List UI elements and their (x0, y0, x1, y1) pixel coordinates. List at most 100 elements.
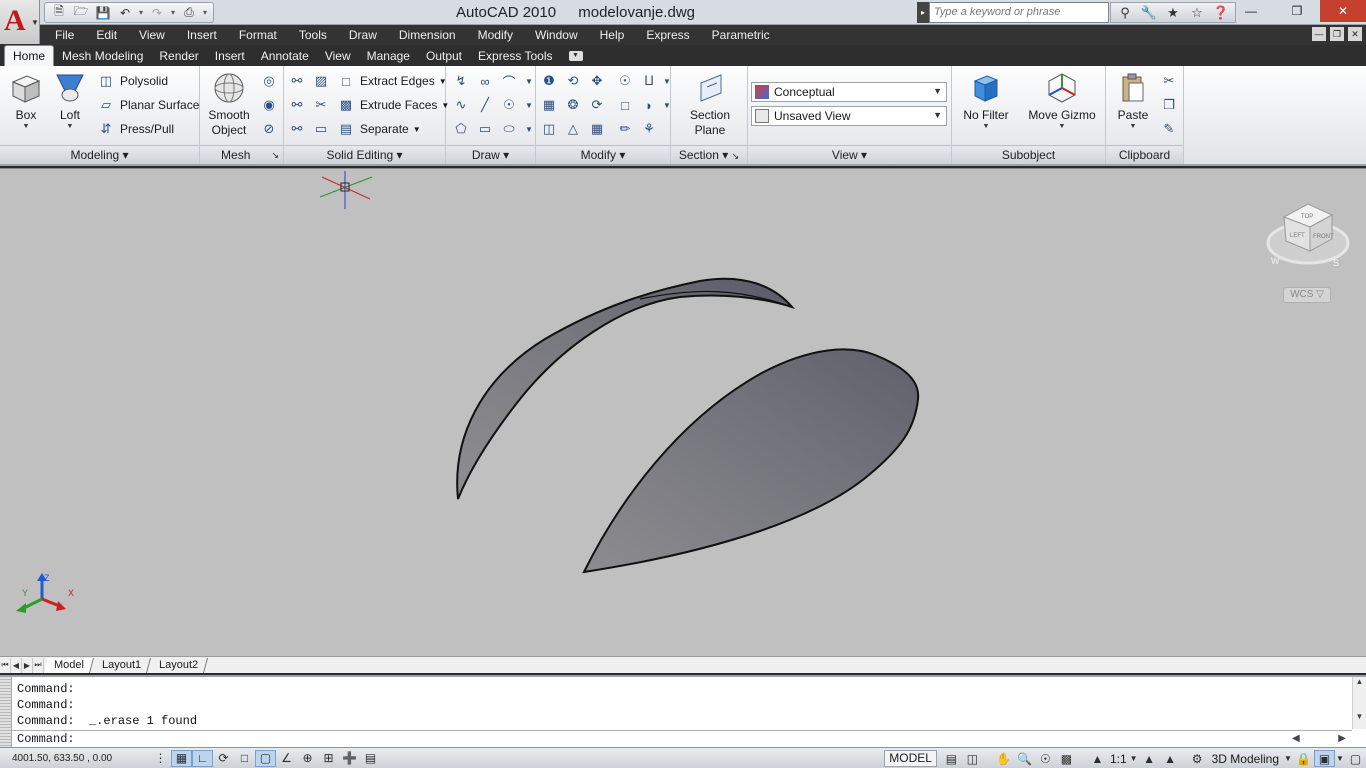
coordinate-display[interactable]: 4001.50, 633.50 , 0.00 (0, 753, 150, 764)
viewcube-front-label[interactable]: FRONT (1313, 234, 1334, 240)
smooth-object-button[interactable]: Smooth Object (204, 70, 254, 138)
tab-express-tools[interactable]: Express Tools (470, 46, 560, 66)
doc-close-icon[interactable]: ✕ (1348, 27, 1362, 41)
menu-express[interactable]: Express (646, 28, 689, 42)
3d-object-snap-icon[interactable]: ▢ (255, 749, 276, 767)
communication-center-icon[interactable]: ★ (1163, 5, 1183, 21)
search-input[interactable]: Type a keyword or phrase (929, 2, 1109, 23)
press-pull-button[interactable]: ⇵ Press/Pull (96, 118, 174, 140)
menu-tools[interactable]: Tools (299, 28, 327, 42)
workspace-dropdown-icon[interactable]: ▼ (1283, 750, 1293, 767)
steering-wheel-icon[interactable]: ☉ (1035, 750, 1056, 767)
extrude-face-small-icon[interactable]: ▨ (310, 70, 332, 92)
refine-mesh-icon[interactable]: ⊘ (258, 118, 280, 140)
search-expand-icon[interactable]: ▸ (917, 2, 929, 23)
smooth-less-icon[interactable]: ◉ (258, 94, 280, 116)
qat-customize-icon[interactable]: ▾ (201, 8, 209, 17)
new-file-icon[interactable]: 🗎 (49, 4, 69, 22)
drawing-viewport[interactable]: Z X Y TOP LEFT FRONT W S WCS ▽ (0, 168, 1366, 656)
union-icon[interactable]: ⚯ (286, 70, 308, 92)
redo-dropdown-icon[interactable]: ▾ (169, 8, 177, 17)
helix-icon[interactable]: ∞ (474, 70, 496, 92)
application-menu-button[interactable]: A ▼ (0, 0, 40, 44)
line-icon[interactable]: ╱ (474, 94, 496, 116)
redo-icon[interactable]: ↷ (147, 4, 167, 22)
paste-button[interactable]: Paste ▼ (1112, 70, 1154, 131)
doc-minimize-icon[interactable]: — (1312, 27, 1326, 41)
move-gizmo-button[interactable]: Move Gizmo ▼ (1024, 70, 1100, 131)
move-gizmo-dropdown-icon[interactable]: ▼ (1024, 123, 1100, 131)
grid-display-icon[interactable]: ▦ (171, 749, 192, 767)
quick-properties-icon[interactable]: ▤ (360, 750, 381, 767)
undo-dropdown-icon[interactable]: ▾ (137, 8, 145, 17)
tab-layout2[interactable]: Layout2 (149, 657, 209, 673)
save-icon[interactable]: 💾 (93, 4, 113, 22)
subtract-icon[interactable]: ⚯ (286, 94, 308, 116)
menu-help[interactable]: Help (600, 28, 625, 42)
scroll-down-icon[interactable]: ▼ (1353, 712, 1366, 721)
tab-annotate[interactable]: Annotate (253, 46, 317, 66)
previous-layout-icon[interactable]: ◀ (11, 657, 22, 673)
plot-icon[interactable]: ⎙ (179, 4, 199, 22)
workspace-name[interactable]: 3D Modeling (1208, 752, 1283, 766)
minimize-icon[interactable]: — (1228, 0, 1274, 22)
open-folder-icon[interactable]: 🗁 (71, 4, 91, 22)
menu-window[interactable]: Window (535, 28, 578, 42)
dynamic-input-icon[interactable]: ⊞ (318, 750, 339, 767)
close-icon[interactable]: ✕ (1320, 0, 1366, 22)
lineweight-icon[interactable]: ➕ (339, 750, 360, 767)
match-properties-icon[interactable]: ✎ (1158, 118, 1180, 140)
binoculars-icon[interactable]: ⚲ (1115, 5, 1135, 21)
draw-panel-title[interactable]: Draw ▾ (446, 145, 535, 164)
scale-icon[interactable]: ▦ (586, 118, 608, 140)
tab-view[interactable]: View (317, 46, 359, 66)
ellipse-icon[interactable]: ⬭ (498, 118, 520, 140)
pan-icon[interactable]: ✋ (993, 750, 1014, 767)
align-icon[interactable]: ☉ (614, 70, 636, 92)
quick-view-layouts-icon[interactable]: ▤ (941, 750, 962, 767)
erase-icon[interactable]: ✏ (614, 118, 636, 140)
annotation-scale-value[interactable]: 1:1 (1108, 752, 1129, 766)
scroll-up-icon[interactable]: ▲ (1353, 677, 1366, 686)
rotate-icon[interactable]: ⟳ (586, 94, 608, 116)
snap-mode-icon[interactable]: ⋮ (150, 750, 171, 767)
3d-move-icon[interactable]: ✥ (586, 70, 608, 92)
trim-icon[interactable]: □ (614, 94, 636, 116)
subscription-key-icon[interactable]: 🔧 (1139, 5, 1159, 21)
menu-insert[interactable]: Insert (187, 28, 217, 42)
section-dialog-launcher-icon[interactable]: ↘ (732, 151, 740, 161)
copy-icon[interactable]: ❐ (1158, 94, 1180, 116)
menu-dimension[interactable]: Dimension (399, 28, 456, 42)
tab-layout1[interactable]: Layout1 (91, 657, 152, 673)
mirror-3d-icon[interactable]: △ (562, 118, 584, 140)
3d-array-icon[interactable]: ❂ (562, 94, 584, 116)
menu-view[interactable]: View (139, 28, 165, 42)
tab-manage[interactable]: Manage (359, 46, 418, 66)
arc-icon[interactable]: ⌒ (498, 70, 520, 92)
3d-rotate-icon[interactable]: ⟲ (562, 70, 584, 92)
viewcube-left-label[interactable]: LEFT (1290, 233, 1305, 239)
offset-icon[interactable]: ▦ (538, 94, 560, 116)
section-panel-title[interactable]: Section ▾ ↘ (671, 145, 747, 164)
tab-home[interactable]: Home (4, 45, 55, 66)
hardware-acceleration-icon[interactable]: ▣ (1314, 750, 1335, 767)
auto-scale-icon[interactable]: ▲ (1160, 750, 1181, 767)
command-line-grip[interactable] (0, 677, 12, 749)
extract-edges-button[interactable]: □ Extract Edges ▼ (336, 70, 447, 92)
mesh-dialog-launcher-icon[interactable]: ↘ (271, 146, 279, 164)
surface-lower[interactable] (582, 348, 920, 574)
move-copy-icon[interactable]: ❶ (538, 70, 560, 92)
next-layout-icon[interactable]: ▶ (22, 657, 33, 673)
polygon-icon[interactable]: ⬠ (450, 118, 472, 140)
clean-screen-icon[interactable]: ▢ (1345, 750, 1366, 767)
tab-insert[interactable]: Insert (207, 46, 253, 66)
smooth-more-icon[interactable]: ◎ (258, 70, 280, 92)
command-vertical-scrollbar[interactable]: ▲ ▼ (1352, 677, 1366, 729)
named-view-select[interactable]: Unsaved View ▼ (751, 106, 947, 126)
first-layout-icon[interactable]: ⏮ (0, 657, 11, 673)
tab-output[interactable]: Output (418, 46, 470, 66)
workspace-switching-icon[interactable]: ⚙ (1187, 750, 1208, 767)
intersect-icon[interactable]: ⚯ (286, 118, 308, 140)
no-filter-button[interactable]: No Filter ▼ (960, 70, 1012, 131)
favorites-star-icon[interactable]: ☆ (1187, 5, 1207, 21)
